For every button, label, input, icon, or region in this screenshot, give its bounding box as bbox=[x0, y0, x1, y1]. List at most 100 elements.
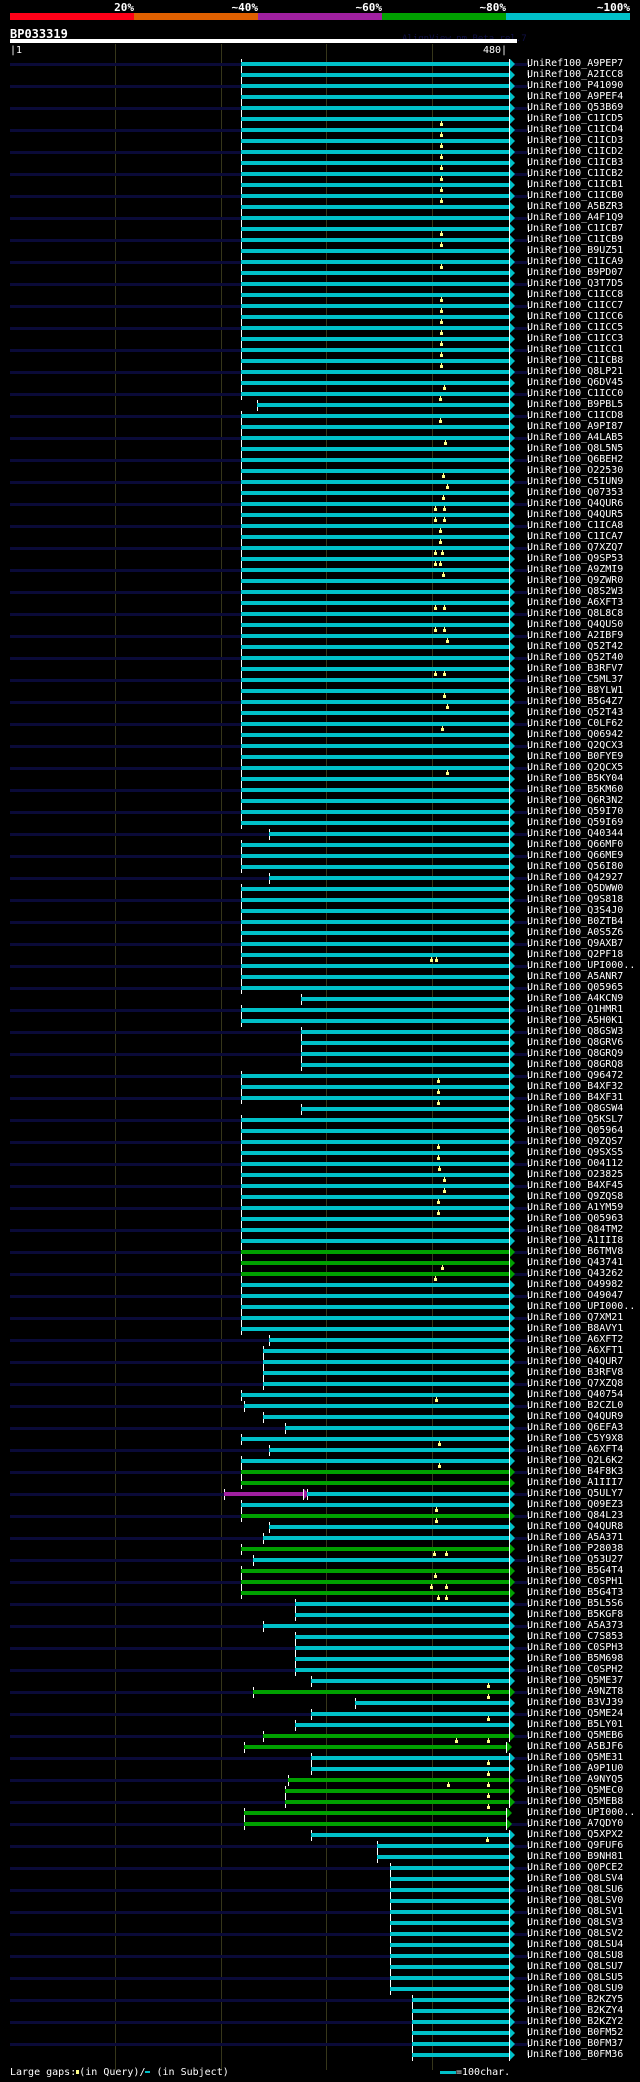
alignment-bar[interactable] bbox=[241, 425, 509, 429]
subject-label[interactable]: UniRef100_B8AVY1 bbox=[527, 1323, 623, 1334]
subject-label[interactable]: UniRef100_C1ICB7 bbox=[527, 223, 623, 234]
subject-label[interactable]: UniRef100_C0SPH1 bbox=[527, 1576, 623, 1587]
alignment-bar[interactable] bbox=[241, 733, 509, 737]
alignment-bar[interactable] bbox=[241, 744, 509, 748]
alignment-bar[interactable] bbox=[241, 139, 509, 143]
subject-label[interactable]: UniRef100_Q42927 bbox=[527, 872, 623, 883]
alignment-bar[interactable] bbox=[244, 1822, 506, 1826]
subject-label[interactable]: UniRef100_A5A371 bbox=[527, 1532, 623, 1543]
alignment-bar[interactable] bbox=[241, 161, 509, 165]
subject-label[interactable]: UniRef100_C1ICB1 bbox=[527, 179, 623, 190]
alignment-bar[interactable] bbox=[241, 909, 509, 913]
alignment-bar[interactable] bbox=[241, 1129, 509, 1133]
alignment-bar[interactable] bbox=[241, 1173, 509, 1177]
alignment-bar[interactable] bbox=[241, 436, 509, 440]
subject-label[interactable]: UniRef100_B9NH81 bbox=[527, 1851, 623, 1862]
subject-label[interactable]: UniRef100_C0SPH2 bbox=[527, 1664, 623, 1675]
alignment-bar[interactable] bbox=[285, 1426, 509, 1430]
subject-label[interactable]: UniRef100_Q1HMR1 bbox=[527, 1004, 623, 1015]
alignment-bar[interactable] bbox=[241, 1074, 509, 1078]
subject-label[interactable]: UniRef100_A9PEP7 bbox=[527, 58, 623, 69]
subject-label[interactable]: UniRef100_A5ANR7 bbox=[527, 971, 623, 982]
subject-label[interactable]: UniRef100_Q66MF0 bbox=[527, 839, 623, 850]
subject-label[interactable]: UniRef100_Q9SP53 bbox=[527, 553, 623, 564]
alignment-bar[interactable] bbox=[241, 931, 509, 935]
subject-label[interactable]: UniRef100_O23825 bbox=[527, 1169, 623, 1180]
subject-label[interactable]: UniRef100_B0FM37 bbox=[527, 2038, 623, 2049]
subject-label[interactable]: UniRef100_C7S853 bbox=[527, 1631, 623, 1642]
subject-label[interactable]: UniRef100_Q8GRQ9 bbox=[527, 1048, 623, 1059]
alignment-bar[interactable] bbox=[241, 282, 509, 286]
subject-label[interactable]: UniRef100_B4XF32 bbox=[527, 1081, 623, 1092]
subject-label[interactable]: UniRef100_A9PEF4 bbox=[527, 91, 623, 102]
alignment-bar[interactable] bbox=[241, 1294, 509, 1298]
alignment-bar[interactable] bbox=[241, 1085, 509, 1089]
subject-label[interactable]: UniRef100_Q0PCE2 bbox=[527, 1862, 623, 1873]
subject-label[interactable]: UniRef100_Q5DWW0 bbox=[527, 883, 623, 894]
subject-label[interactable]: UniRef100_Q7XM21 bbox=[527, 1312, 623, 1323]
subject-label[interactable]: UniRef100_B6TMV8 bbox=[527, 1246, 623, 1257]
subject-label[interactable]: UniRef100_C1ICC1 bbox=[527, 344, 623, 355]
alignment-bar[interactable] bbox=[241, 513, 509, 517]
subject-label[interactable]: UniRef100_C5Y9X8 bbox=[527, 1433, 623, 1444]
subject-label[interactable]: UniRef100_B4F8K3 bbox=[527, 1466, 623, 1477]
alignment-bar[interactable] bbox=[241, 216, 509, 220]
subject-label[interactable]: UniRef100_Q52T40 bbox=[527, 652, 623, 663]
subject-label[interactable]: UniRef100_Q4QUR5 bbox=[527, 509, 623, 520]
alignment-bar[interactable] bbox=[241, 1151, 509, 1155]
alignment-bar[interactable] bbox=[241, 601, 509, 605]
subject-label[interactable]: UniRef100_A2IBF9 bbox=[527, 630, 623, 641]
alignment-bar[interactable] bbox=[301, 1030, 509, 1034]
subject-label[interactable]: UniRef100_Q5ME24 bbox=[527, 1708, 623, 1719]
subject-label[interactable]: UniRef100_A9ZMI9 bbox=[527, 564, 623, 575]
subject-label[interactable]: UniRef100_Q9ZWR0 bbox=[527, 575, 623, 586]
alignment-bar[interactable] bbox=[241, 546, 509, 550]
alignment-bar[interactable] bbox=[241, 106, 509, 110]
subject-label[interactable]: UniRef100_Q66ME9 bbox=[527, 850, 623, 861]
subject-label[interactable]: UniRef100_Q53B69 bbox=[527, 102, 623, 113]
subject-label[interactable]: UniRef100_C1ICC5 bbox=[527, 322, 623, 333]
alignment-bar[interactable] bbox=[241, 117, 509, 121]
alignment-bar[interactable] bbox=[241, 1239, 509, 1243]
subject-label[interactable]: UniRef100_Q40344 bbox=[527, 828, 623, 839]
alignment-bar[interactable] bbox=[244, 1811, 506, 1815]
alignment-bar[interactable] bbox=[241, 469, 509, 473]
alignment-bar[interactable] bbox=[241, 590, 509, 594]
alignment-bar[interactable] bbox=[241, 293, 509, 297]
alignment-bar[interactable] bbox=[241, 942, 509, 946]
alignment-bar[interactable] bbox=[241, 1118, 509, 1122]
subject-label[interactable]: UniRef100_O04112 bbox=[527, 1158, 623, 1169]
subject-label[interactable]: UniRef100_Q8LSV1 bbox=[527, 1906, 623, 1917]
alignment-bar[interactable] bbox=[241, 348, 509, 352]
subject-label[interactable]: UniRef100_A1III7 bbox=[527, 1477, 623, 1488]
subject-label[interactable]: UniRef100_A6XFT1 bbox=[527, 1345, 623, 1356]
alignment-bar[interactable] bbox=[241, 447, 509, 451]
alignment-bar[interactable] bbox=[241, 579, 509, 583]
alignment-bar[interactable] bbox=[241, 1184, 509, 1188]
alignment-bar[interactable] bbox=[241, 1283, 509, 1287]
subject-label[interactable]: UniRef100_Q8GSW3 bbox=[527, 1026, 623, 1037]
subject-label[interactable]: UniRef100_B0FM36 bbox=[527, 2049, 623, 2060]
alignment-bar[interactable] bbox=[241, 95, 509, 99]
subject-label[interactable]: UniRef100_Q9S818 bbox=[527, 894, 623, 905]
alignment-bar[interactable] bbox=[241, 557, 509, 561]
alignment-bar[interactable] bbox=[390, 1888, 509, 1892]
subject-label[interactable]: UniRef100_Q5ULY7 bbox=[527, 1488, 623, 1499]
alignment-bar[interactable] bbox=[257, 403, 509, 407]
subject-label[interactable]: UniRef100_Q43262 bbox=[527, 1268, 623, 1279]
subject-label[interactable]: UniRef100_A6XFT2 bbox=[527, 1334, 623, 1345]
subject-label[interactable]: UniRef100_C1ICA7 bbox=[527, 531, 623, 542]
alignment-bar[interactable] bbox=[241, 810, 509, 814]
alignment-bar[interactable] bbox=[241, 249, 509, 253]
subject-label[interactable]: UniRef100_B9PBL5 bbox=[527, 399, 623, 410]
subject-label[interactable]: UniRef100_Q5MEC0 bbox=[527, 1785, 623, 1796]
subject-label[interactable]: UniRef100_Q8LSV4 bbox=[527, 1873, 623, 1884]
alignment-bar[interactable] bbox=[241, 1261, 509, 1265]
subject-label[interactable]: UniRef100_C1ICB2 bbox=[527, 168, 623, 179]
subject-label[interactable]: UniRef100_UPI000.. bbox=[527, 1807, 635, 1818]
alignment-bar[interactable] bbox=[241, 568, 509, 572]
alignment-bar[interactable] bbox=[241, 1008, 509, 1012]
subject-label[interactable]: UniRef100_A7QDY0 bbox=[527, 1818, 623, 1829]
alignment-bar[interactable] bbox=[241, 491, 509, 495]
subject-label[interactable]: UniRef100_Q8GRV6 bbox=[527, 1037, 623, 1048]
